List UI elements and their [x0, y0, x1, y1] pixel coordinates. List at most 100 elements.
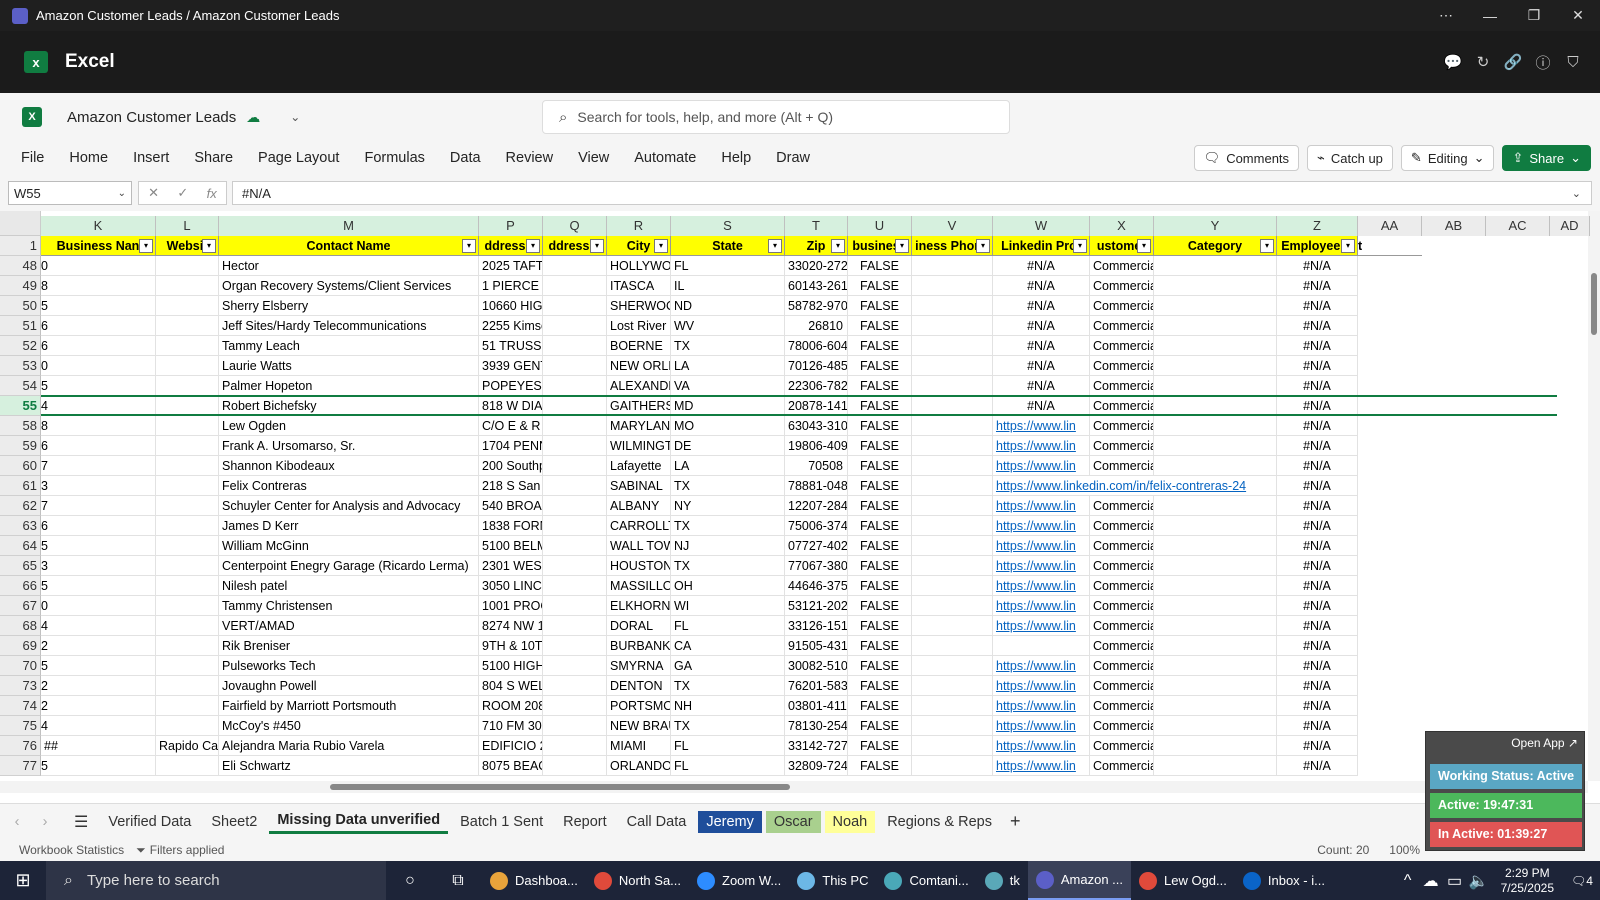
cell-s-61[interactable]: TX — [671, 476, 785, 496]
cell-p-67[interactable]: 1001 PROCTOR DR — [479, 596, 543, 616]
cell-w-53[interactable]: #N/A — [993, 356, 1090, 376]
row-header-59[interactable]: 59 — [0, 436, 41, 456]
cell-y-64[interactable] — [1154, 536, 1277, 556]
cell-k-48[interactable]: 0 — [41, 256, 156, 276]
cell-s-51[interactable]: WV — [671, 316, 785, 336]
taskbar-app-3[interactable]: This PC — [789, 861, 876, 900]
cell-u-51[interactable]: FALSE — [848, 316, 912, 336]
cell-p-69[interactable]: 9TH & 10TI 3900 W AL — [479, 636, 543, 656]
cell-l-70[interactable] — [156, 656, 219, 676]
row-header-70[interactable]: 70 — [0, 656, 41, 676]
cell-x-63[interactable]: Commercial — [1090, 516, 1154, 536]
cell-r-60[interactable]: Lafayette — [607, 456, 671, 476]
cell-v-64[interactable] — [912, 536, 993, 556]
info-icon[interactable]: ⓘ — [1528, 52, 1558, 73]
cell-s-64[interactable]: NJ — [671, 536, 785, 556]
cell-t-62[interactable]: 12207-2842 — [785, 496, 848, 516]
column-header-s[interactable]: S — [671, 216, 785, 236]
cell-v-65[interactable] — [912, 556, 993, 576]
cell-k-68[interactable]: 4 — [41, 616, 156, 636]
cell-q-58[interactable] — [543, 416, 607, 436]
cell-m-61[interactable]: Felix Contreras — [219, 476, 479, 496]
column-header-w[interactable]: W — [993, 216, 1090, 236]
cell-k-54[interactable]: 5 — [41, 376, 156, 396]
cell-u-74[interactable]: FALSE — [848, 696, 912, 716]
cell-k-52[interactable]: 6 — [41, 336, 156, 356]
clock[interactable]: 2:29 PM 7/25/2025 — [1501, 866, 1554, 896]
cell-x-54[interactable]: Commercial — [1090, 376, 1154, 396]
cell-x-69[interactable]: Commercial — [1090, 636, 1154, 656]
comments-button[interactable]: 🗨 Comments — [1193, 145, 1300, 171]
cell-q-59[interactable] — [543, 436, 607, 456]
cell-l-54[interactable] — [156, 376, 219, 396]
cell-q-49[interactable] — [543, 276, 607, 296]
cell-p-53[interactable]: 3939 GENTILLY BLVD — [479, 356, 543, 376]
cell-q-50[interactable] — [543, 296, 607, 316]
cell-u-50[interactable]: FALSE — [848, 296, 912, 316]
editing-button[interactable]: ✎ Editing ⌄ — [1400, 145, 1495, 171]
cell-s-74[interactable]: NH — [671, 696, 785, 716]
cell-p-54[interactable]: POPEYES 7832 RICHI — [479, 376, 543, 396]
cell-m-55[interactable]: Robert Bichefsky — [219, 396, 479, 416]
cell-q-73[interactable] — [543, 676, 607, 696]
taskbar-app-2[interactable]: Zoom W... — [689, 861, 789, 900]
cell-s-59[interactable]: DE — [671, 436, 785, 456]
taskbar-app-6[interactable]: Amazon ... — [1027, 861, 1131, 900]
horizontal-scrollbar[interactable] — [0, 781, 1588, 793]
cell-t-49[interactable]: 60143-2618 — [785, 276, 848, 296]
cell-s-73[interactable]: TX — [671, 676, 785, 696]
cell-u-77[interactable]: FALSE — [848, 756, 912, 776]
taskbar-app-0[interactable]: Dashboa... — [482, 861, 586, 900]
sheet-tab-3[interactable]: Batch 1 Sent — [452, 811, 551, 833]
cell-w-54[interactable]: #N/A — [993, 376, 1090, 396]
cell-m-66[interactable]: Nilesh patel — [219, 576, 479, 596]
cell-v-52[interactable] — [912, 336, 993, 356]
header-cell[interactable]: Zip ▾ — [785, 236, 848, 256]
cell-v-66[interactable] — [912, 576, 993, 596]
cell-v-73[interactable] — [912, 676, 993, 696]
tab-file[interactable]: File — [21, 150, 44, 166]
cell-l-58[interactable] — [156, 416, 219, 436]
cell-t-77[interactable]: 32809-7246 — [785, 756, 848, 776]
cell-r-74[interactable]: PORTSMO — [607, 696, 671, 716]
cell-x-48[interactable]: Commercial — [1090, 256, 1154, 276]
cell-y-75[interactable] — [1154, 716, 1277, 736]
cell-u-52[interactable]: FALSE — [848, 336, 912, 356]
cell-z-64[interactable]: #N/A — [1277, 536, 1358, 556]
cell-u-58[interactable]: FALSE — [848, 416, 912, 436]
sheet-tab-6[interactable]: Jeremy — [698, 810, 762, 833]
cell-k-58[interactable]: 8 — [41, 416, 156, 436]
cell-t-64[interactable]: 07727-4028 — [785, 536, 848, 556]
cell-q-55[interactable] — [543, 396, 607, 416]
cell-x-76[interactable]: Commercial — [1090, 736, 1154, 756]
cell-v-75[interactable] — [912, 716, 993, 736]
cell-w-66[interactable]: https://www.lin — [993, 576, 1090, 596]
cell-t-63[interactable]: 75006-3743 — [785, 516, 848, 536]
cell-k-51[interactable]: 6 — [41, 316, 156, 336]
cell-p-73[interactable]: 804 S WELCH ST APT — [479, 676, 543, 696]
sheet-tab-9[interactable]: Regions & Reps — [879, 811, 1000, 833]
tab-automate[interactable]: Automate — [634, 150, 696, 166]
all-sheets-icon[interactable]: ☰ — [74, 812, 88, 832]
header-cell[interactable]: iness Phone ▾ — [912, 236, 993, 256]
cell-x-77[interactable]: Commercial — [1090, 756, 1154, 776]
cell-m-67[interactable]: Tammy Christensen — [219, 596, 479, 616]
cell-l-62[interactable] — [156, 496, 219, 516]
cell-t-60[interactable]: 70508 — [785, 456, 848, 476]
cell-z-77[interactable]: #N/A — [1277, 756, 1358, 776]
cell-k-59[interactable]: 6 — [41, 436, 156, 456]
cell-t-68[interactable]: 33126-1517 — [785, 616, 848, 636]
filter-dropdown-icon[interactable]: ▾ — [831, 239, 845, 253]
cell-r-53[interactable]: NEW ORLE — [607, 356, 671, 376]
cell-u-63[interactable]: FALSE — [848, 516, 912, 536]
zoom-level[interactable]: 100% — [1389, 843, 1420, 857]
cell-s-58[interactable]: MO — [671, 416, 785, 436]
cell-v-70[interactable] — [912, 656, 993, 676]
cell-z-73[interactable]: #N/A — [1277, 676, 1358, 696]
cell-y-48[interactable] — [1154, 256, 1277, 276]
cell-p-51[interactable]: 2255 Kimseys Run Roa — [479, 316, 543, 336]
cell-m-74[interactable]: Fairfield by Marriott Portsmouth — [219, 696, 479, 716]
row-header-58[interactable]: 58 — [0, 416, 41, 436]
cell-w-52[interactable]: #N/A — [993, 336, 1090, 356]
catch-up-button[interactable]: ⌁ Catch up — [1307, 145, 1393, 171]
